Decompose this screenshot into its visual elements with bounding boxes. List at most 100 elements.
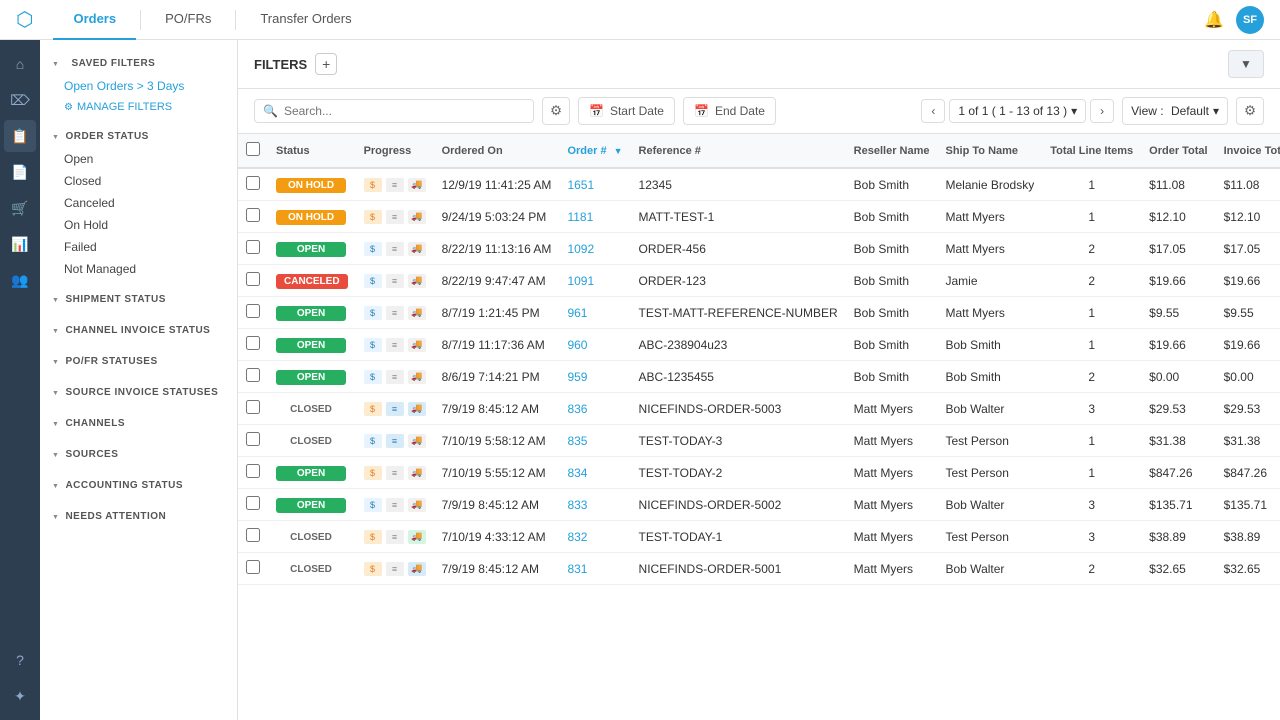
row-ship-to-9: Test Person (938, 457, 1043, 489)
saved-filter-open-orders[interactable]: Open Orders > 3 Days (40, 75, 237, 97)
filter-closed[interactable]: Closed (40, 170, 237, 192)
sidebar-orders-icon[interactable]: 📋 (4, 120, 36, 152)
row-order-num-1[interactable]: 1181 (559, 201, 630, 233)
end-date-picker[interactable]: 📅 End Date (683, 97, 776, 125)
row-checkbox-4[interactable] (246, 304, 260, 318)
sidebar-settings-icon[interactable]: ✦ (4, 680, 36, 712)
row-order-num-4[interactable]: 961 (559, 297, 630, 329)
row-checkbox-10[interactable] (246, 496, 260, 510)
tab-pofrs[interactable]: PO/FRs (145, 0, 231, 40)
row-reference-2: ORDER-456 (631, 233, 846, 265)
sources-header[interactable]: SOURCES (40, 443, 237, 466)
row-reference-8: TEST-TODAY-3 (631, 425, 846, 457)
row-checkbox-5[interactable] (246, 336, 260, 350)
manage-filters-link[interactable]: ⚙ MANAGE FILTERS (40, 97, 237, 117)
shipment-chevron (52, 295, 59, 304)
col-progress[interactable]: Progress (356, 134, 434, 168)
search-settings-button[interactable]: ⚙ (542, 97, 570, 125)
select-all-checkbox[interactable] (246, 142, 260, 156)
col-status[interactable]: Status (268, 134, 356, 168)
row-checkbox-8[interactable] (246, 432, 260, 446)
pofr-statuses-header[interactable]: PO/FR STATUSES (40, 350, 237, 373)
row-order-num-12[interactable]: 831 (559, 553, 630, 585)
table-body: ON HOLD $≡🚚 12/9/19 11:41:25 AM 1651 123… (238, 168, 1280, 585)
sidebar-users-icon[interactable]: 👥 (4, 264, 36, 296)
row-order-num-10[interactable]: 833 (559, 489, 630, 521)
filter-on-hold[interactable]: On Hold (40, 214, 237, 236)
row-invoice-total-8: $31.38 (1216, 425, 1280, 457)
row-invoice-total-9: $847.26 (1216, 457, 1280, 489)
action-icons-10: $≡🚚 (364, 498, 426, 512)
order-status-header[interactable]: ORDER STATUS (40, 125, 237, 148)
row-checkbox-6[interactable] (246, 368, 260, 382)
row-order-num-7[interactable]: 836 (559, 393, 630, 425)
start-date-picker[interactable]: 📅 Start Date (578, 97, 675, 125)
row-order-num-2[interactable]: 1092 (559, 233, 630, 265)
row-order-num-0[interactable]: 1651 (559, 168, 630, 201)
next-page-button[interactable]: › (1090, 99, 1114, 123)
table-row: CLOSED $≡🚚 7/10/19 4:33:12 AM 832 TEST-T… (238, 521, 1280, 553)
filter-failed[interactable]: Failed (40, 236, 237, 258)
row-checkbox-3[interactable] (246, 272, 260, 286)
row-checkbox-1[interactable] (246, 208, 260, 222)
col-ship-to[interactable]: Ship To Name (938, 134, 1043, 168)
view-selector[interactable]: View : Default ▾ (1122, 97, 1228, 125)
row-checkbox-2[interactable] (246, 240, 260, 254)
tab-transfer-orders[interactable]: Transfer Orders (240, 0, 371, 40)
channel-invoice-header[interactable]: CHANNEL INVOICE STATUS (40, 319, 237, 342)
filter-canceled[interactable]: Canceled (40, 192, 237, 214)
table-row: OPEN $≡🚚 8/6/19 7:14:21 PM 959 ABC-12354… (238, 361, 1280, 393)
prev-page-button[interactable]: ‹ (921, 99, 945, 123)
search-input[interactable] (284, 104, 525, 118)
col-ordered-on[interactable]: Ordered On (434, 134, 560, 168)
filter-not-managed[interactable]: Not Managed (40, 258, 237, 280)
table-row: OPEN $≡🚚 8/7/19 11:17:36 AM 960 ABC-2389… (238, 329, 1280, 361)
page-info[interactable]: 1 of 1 ( 1 - 13 of 13 ) ▾ (949, 99, 1086, 123)
row-invoice-total-11: $38.89 (1216, 521, 1280, 553)
col-order-total[interactable]: Order Total (1141, 134, 1215, 168)
row-ship-to-0: Melanie Brodsky (938, 168, 1043, 201)
row-order-num-8[interactable]: 835 (559, 425, 630, 457)
sidebar-home-icon[interactable]: ⌂ (4, 48, 36, 80)
row-order-num-3[interactable]: 1091 (559, 265, 630, 297)
filter-open[interactable]: Open (40, 148, 237, 170)
sidebar-help-icon[interactable]: ? (4, 644, 36, 676)
needs-attention-header[interactable]: NEEDS ATTENTION (40, 505, 237, 528)
row-checkbox-7[interactable] (246, 400, 260, 414)
shipment-status-header[interactable]: SHIPMENT STATUS (40, 288, 237, 311)
row-order-num-6[interactable]: 959 (559, 361, 630, 393)
saved-filters-header[interactable]: SAVED FILTERS (40, 52, 237, 75)
row-order-num-5[interactable]: 960 (559, 329, 630, 361)
logo-icon[interactable]: ⬡ (16, 7, 33, 32)
collapse-filters-button[interactable]: ▼ (1228, 50, 1264, 78)
col-reseller[interactable]: Reseller Name (846, 134, 938, 168)
col-line-items[interactable]: Total Line Items (1042, 134, 1141, 168)
row-order-total-3: $19.66 (1141, 265, 1215, 297)
table-row: CLOSED $≡🚚 7/9/19 8:45:12 AM 831 NICEFIN… (238, 553, 1280, 585)
col-invoice-total[interactable]: Invoice Total (1216, 134, 1280, 168)
column-settings-button[interactable]: ⚙ (1236, 97, 1264, 125)
row-order-total-1: $12.10 (1141, 201, 1215, 233)
row-checkbox-0[interactable] (246, 176, 260, 190)
accounting-status-header[interactable]: ACCOUNTING STATUS (40, 474, 237, 497)
notification-icon[interactable]: 🔔 (1204, 10, 1224, 30)
sidebar-tag-icon[interactable]: ⌦ (4, 84, 36, 116)
channels-header[interactable]: CHANNELS (40, 412, 237, 435)
row-reseller-12: Matt Myers (846, 553, 938, 585)
row-ship-to-10: Bob Walter (938, 489, 1043, 521)
row-order-num-9[interactable]: 834 (559, 457, 630, 489)
user-avatar[interactable]: SF (1236, 6, 1264, 34)
add-filter-button[interactable]: + (315, 53, 337, 75)
row-checkbox-11[interactable] (246, 528, 260, 542)
col-reference[interactable]: Reference # (631, 134, 846, 168)
sidebar-cart-icon[interactable]: 🛒 (4, 192, 36, 224)
source-invoice-header[interactable]: SOURCE INVOICE STATUSES (40, 381, 237, 404)
sidebar-document-icon[interactable]: 📄 (4, 156, 36, 188)
row-checkbox-9[interactable] (246, 464, 260, 478)
sidebar-chart-icon[interactable]: 📊 (4, 228, 36, 260)
col-order-num[interactable]: Order # ▼ (559, 134, 630, 168)
row-checkbox-12[interactable] (246, 560, 260, 574)
top-nav: ⬡ Orders PO/FRs Transfer Orders 🔔 SF (0, 0, 1280, 40)
tab-orders[interactable]: Orders (53, 0, 136, 40)
row-order-num-11[interactable]: 832 (559, 521, 630, 553)
